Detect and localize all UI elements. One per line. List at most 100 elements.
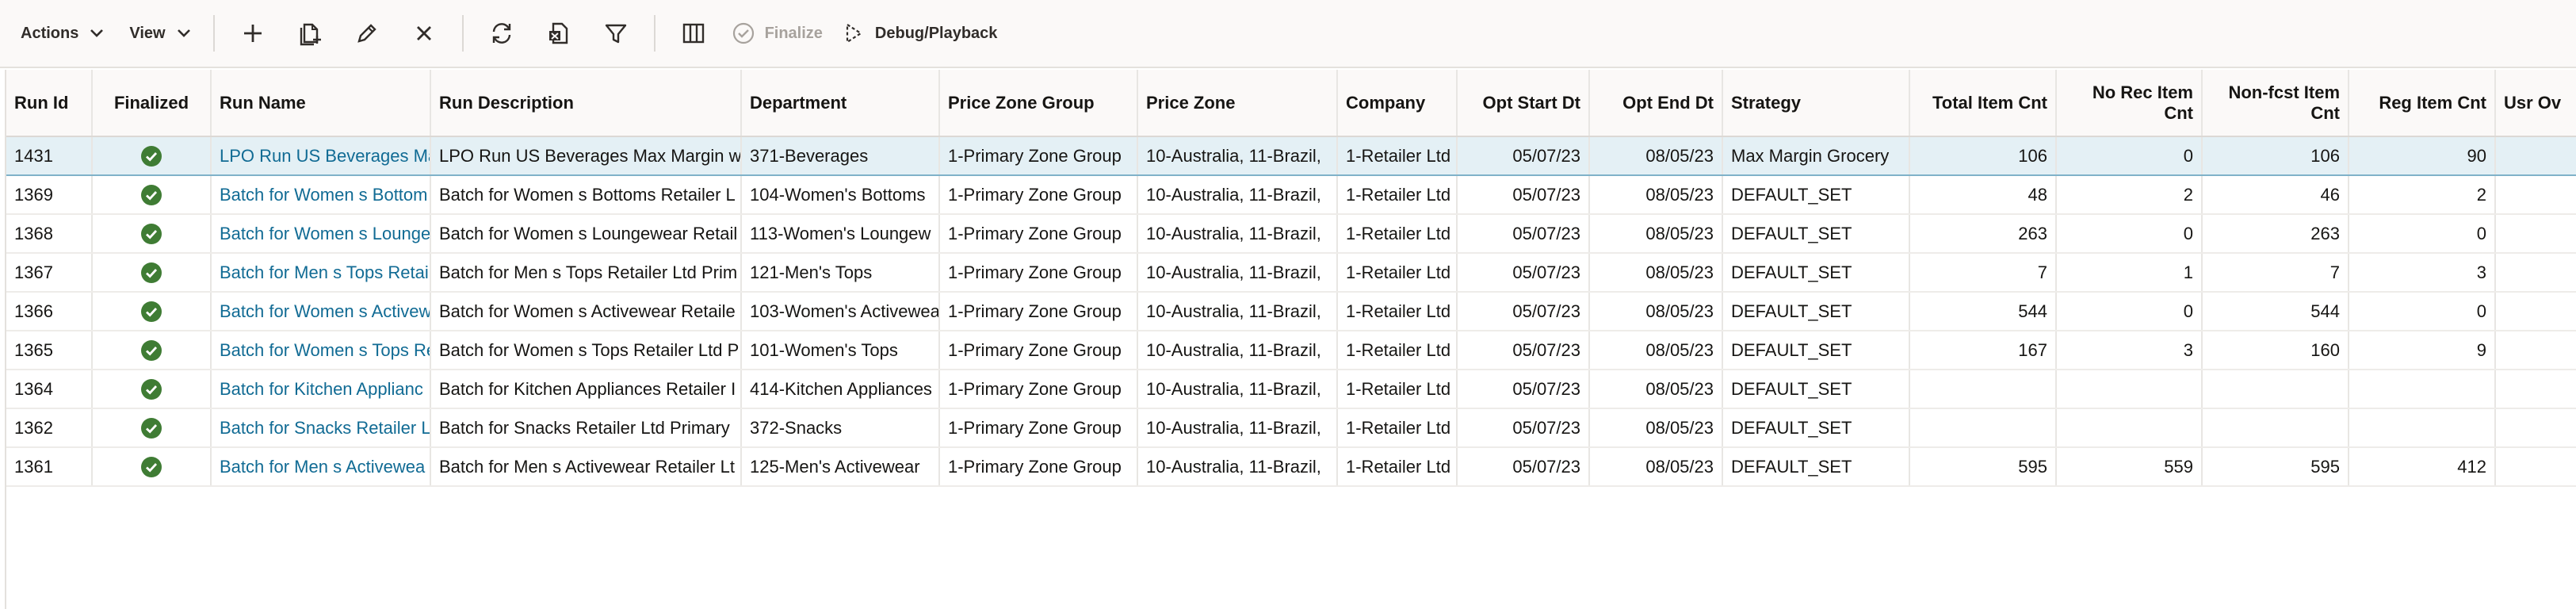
cell-opt-end-dt: 08/05/23: [1589, 214, 1723, 254]
col-header-finalized[interactable]: Finalized: [92, 70, 212, 137]
finalized-check-icon: [141, 301, 162, 322]
duplicate-button[interactable]: [286, 10, 334, 57]
cell-company: 1-Retailer Ltd: [1337, 175, 1458, 215]
export-button[interactable]: [535, 10, 583, 57]
cell-no-rec-item-cnt: 0: [2056, 136, 2203, 176]
table-row[interactable]: 1369 Batch for Women s Bottom Batch for Wo…: [6, 175, 2576, 215]
debug-playback-button[interactable]: Debug/Playback: [832, 10, 1007, 57]
cell-strategy: DEFAULT_SET: [1722, 447, 1910, 487]
col-header-run-name[interactable]: Run Name: [211, 70, 431, 137]
cell-finalized: [92, 370, 212, 409]
add-button[interactable]: [229, 10, 277, 57]
duplicate-icon: [300, 23, 321, 46]
cell-finalized: [92, 447, 212, 487]
finalize-label: Finalize: [764, 24, 823, 42]
cell-usr-ov: [2495, 447, 2576, 487]
cell-price-zone-group: 1-Primary Zone Group: [939, 370, 1138, 409]
cell-run-id: 1369: [6, 175, 93, 215]
toolbar-separator: [653, 15, 655, 52]
header-line: Cnt: [2310, 102, 2340, 123]
cell-opt-start-dt: 05/07/23: [1457, 331, 1590, 370]
col-header-total-item-cnt[interactable]: Total Item Cnt: [1909, 70, 2057, 137]
runs-table-container: Run Id Finalized Run Name Run Descriptio…: [5, 70, 2576, 609]
table-row[interactable]: 1431 LPO Run US Beverages Ma LPO Run US Be…: [6, 136, 2576, 176]
actions-menu-button[interactable]: Actions: [8, 10, 117, 57]
cell-non-fcst-item-cnt: 46: [2202, 175, 2349, 215]
table-row[interactable]: 1367 Batch for Men s Tops Retai Batch for …: [6, 253, 2576, 293]
col-header-non-fcst-item-cnt[interactable]: Non-fcst Item Cnt: [2202, 70, 2349, 137]
cell-run-name[interactable]: Batch for Women s Activew: [211, 292, 431, 331]
col-header-strategy[interactable]: Strategy: [1722, 70, 1910, 137]
col-header-run-description[interactable]: Run Description: [430, 70, 742, 137]
cell-finalized: [92, 253, 212, 293]
cell-run-description: Batch for Snacks Retailer Ltd Primary: [430, 408, 742, 448]
cell-total-item-cnt: 544: [1909, 292, 2057, 331]
cell-opt-end-dt: 08/05/23: [1589, 253, 1723, 293]
debug-playback-label: Debug/Playback: [874, 24, 998, 42]
cell-run-id: 1366: [6, 292, 93, 331]
cell-run-name[interactable]: Batch for Men s Tops Retai: [211, 253, 431, 293]
header-line: No Rec Item: [2092, 82, 2193, 102]
table-row[interactable]: 1364 Batch for Kitchen Applianc Batch for …: [6, 370, 2576, 409]
cell-company: 1-Retailer Ltd: [1337, 370, 1458, 409]
cell-run-name[interactable]: Batch for Women s Bottom: [211, 175, 431, 215]
cell-finalized: [92, 214, 212, 254]
cell-total-item-cnt: 167: [1909, 331, 2057, 370]
cell-department: 113-Women's Loungew: [741, 214, 940, 254]
col-header-opt-end-dt[interactable]: Opt End Dt: [1589, 70, 1723, 137]
cell-opt-start-dt: 05/07/23: [1457, 408, 1590, 448]
cell-finalized: [92, 331, 212, 370]
table-row[interactable]: 1361 Batch for Men s Activewea Batch for M…: [6, 447, 2576, 487]
cell-run-name[interactable]: Batch for Women s Lounge: [211, 214, 431, 254]
col-header-department[interactable]: Department: [741, 70, 940, 137]
cell-usr-ov: [2495, 408, 2576, 448]
table-header-row: Run Id Finalized Run Name Run Descriptio…: [6, 70, 2576, 137]
table-row[interactable]: 1362 Batch for Snacks Retailer L Batch for…: [6, 408, 2576, 448]
finalize-button[interactable]: Finalize: [722, 10, 832, 57]
edit-button[interactable]: [343, 10, 391, 57]
cell-price-zone-group: 1-Primary Zone Group: [939, 136, 1138, 176]
cell-price-zone: 10-Australia, 11-Brazil,: [1137, 292, 1338, 331]
cell-run-name[interactable]: Batch for Men s Activewea: [211, 447, 431, 487]
cell-company: 1-Retailer Ltd: [1337, 292, 1458, 331]
table-row[interactable]: 1366 Batch for Women s Activew Batch for W…: [6, 292, 2576, 331]
col-header-company[interactable]: Company: [1337, 70, 1458, 137]
col-header-usr-ov[interactable]: Usr Ov: [2495, 70, 2576, 137]
finalized-check-icon: [141, 223, 162, 244]
delete-button[interactable]: [400, 10, 448, 57]
col-header-price-zone-group[interactable]: Price Zone Group: [939, 70, 1138, 137]
table-row[interactable]: 1365 Batch for Women s Tops Re Batch for W…: [6, 331, 2576, 370]
cell-department: 414-Kitchen Appliances: [741, 370, 940, 409]
cell-opt-start-dt: 05/07/23: [1457, 370, 1590, 409]
cell-run-name[interactable]: Batch for Snacks Retailer L: [211, 408, 431, 448]
cell-run-id: 1362: [6, 408, 93, 448]
cell-total-item-cnt: 48: [1909, 175, 2057, 215]
col-header-price-zone[interactable]: Price Zone: [1137, 70, 1338, 137]
cell-run-name[interactable]: Batch for Kitchen Applianc: [211, 370, 431, 409]
finalized-check-icon: [141, 339, 162, 361]
cell-non-fcst-item-cnt: [2202, 408, 2349, 448]
table-row[interactable]: 1368 Batch for Women s Lounge Batch for Wo…: [6, 214, 2576, 254]
cell-opt-start-dt: 05/07/23: [1457, 214, 1590, 254]
cell-run-name[interactable]: Batch for Women s Tops Re: [211, 331, 431, 370]
col-header-reg-item-cnt[interactable]: Reg Item Cnt: [2349, 70, 2496, 137]
cell-run-description: Batch for Women s Tops Retailer Ltd P: [430, 331, 742, 370]
columns-button[interactable]: [670, 10, 717, 57]
cell-opt-start-dt: 05/07/23: [1457, 253, 1590, 293]
toolbar-separator: [212, 15, 215, 52]
cell-run-id: 1368: [6, 214, 93, 254]
col-header-opt-start-dt[interactable]: Opt Start Dt: [1457, 70, 1590, 137]
col-header-run-id[interactable]: Run Id: [6, 70, 93, 137]
cell-usr-ov: [2495, 370, 2576, 409]
cell-run-name[interactable]: LPO Run US Beverages Ma: [211, 136, 431, 176]
filter-button[interactable]: [592, 10, 640, 57]
col-header-no-rec-item-cnt[interactable]: No Rec Item Cnt: [2056, 70, 2203, 137]
view-menu-button[interactable]: View: [117, 10, 203, 57]
refresh-button[interactable]: [478, 10, 526, 57]
cell-opt-start-dt: 05/07/23: [1457, 175, 1590, 215]
cell-department: 101-Women's Tops: [741, 331, 940, 370]
cell-run-description: Batch for Women s Activewear Retaile: [430, 292, 742, 331]
cell-price-zone-group: 1-Primary Zone Group: [939, 292, 1138, 331]
add-icon: [243, 25, 262, 42]
cell-strategy: DEFAULT_SET: [1722, 408, 1910, 448]
